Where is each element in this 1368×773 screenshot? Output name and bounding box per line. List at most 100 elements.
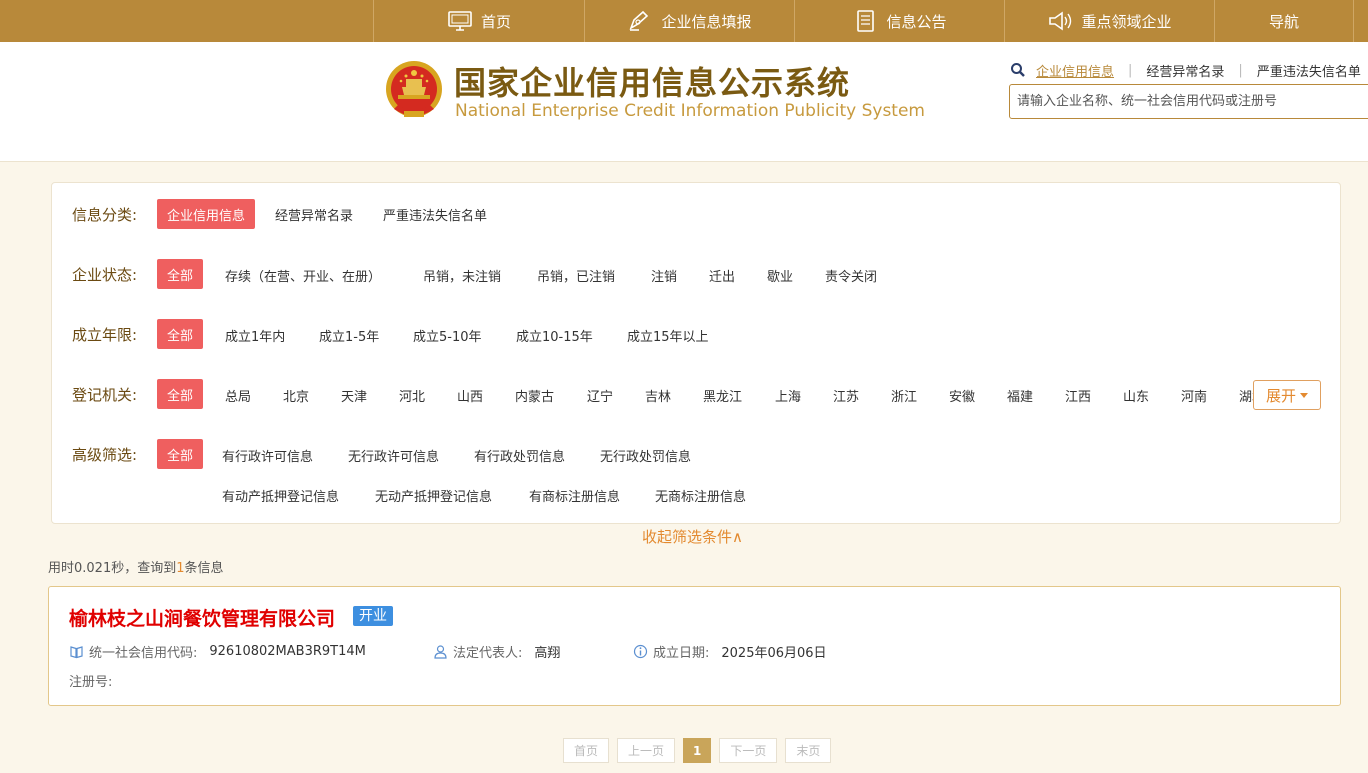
filter-option[interactable]: 山西 — [457, 386, 483, 405]
filter-option[interactable]: 吉林 — [645, 386, 671, 405]
filter-option[interactable]: 企业信用信息 — [157, 199, 256, 229]
page-prev-button[interactable]: 上一页 — [617, 738, 676, 763]
founded-date-field: 成立日期: 2025年06月06日 — [633, 641, 827, 661]
filter-option[interactable]: 全部 — [157, 439, 204, 469]
filter-option[interactable]: 河北 — [399, 386, 425, 405]
filter-option[interactable]: 有动产抵押登记信息 — [222, 486, 339, 505]
page-next-button[interactable]: 下一页 — [719, 738, 778, 763]
credit-code-field: 统一社会信用代码: 92610802MAB3R9T14M — [69, 641, 366, 661]
monitor-icon — [448, 11, 472, 31]
filter-label: 高级筛选: — [72, 445, 138, 464]
filter-option[interactable]: 安徽 — [949, 386, 975, 405]
legal-rep-value: 高翔 — [534, 645, 561, 661]
filter-option[interactable]: 有行政处罚信息 — [474, 446, 565, 465]
filter-option[interactable]: 黑龙江 — [703, 386, 742, 405]
filter-option[interactable]: 吊销，未注销 — [423, 266, 501, 285]
filter-option[interactable]: 责令关闭 — [825, 266, 877, 285]
national-emblem-icon — [386, 61, 442, 117]
filter-option[interactable]: 无行政许可信息 — [348, 446, 439, 465]
reg-number-label: 注册号: — [69, 675, 113, 690]
filter-option[interactable]: 河南 — [1181, 386, 1207, 405]
credit-code-label: 统一社会信用代码: — [89, 645, 198, 661]
filter-option[interactable]: 成立1年内 — [225, 326, 285, 345]
filter-option[interactable]: 无动产抵押登记信息 — [375, 486, 492, 505]
filter-option[interactable]: 成立5-10年 — [413, 326, 482, 345]
filter-option[interactable]: 迁出 — [709, 266, 735, 285]
legal-rep-field: 法定代表人: 高翔 — [433, 641, 560, 661]
legal-rep-label: 法定代表人: — [453, 645, 523, 661]
search-tab-abnormal[interactable]: 经营异常名录 — [1146, 61, 1224, 80]
filter-option[interactable]: 吊销，已注销 — [537, 266, 615, 285]
page-current[interactable]: 1 — [683, 738, 712, 763]
site-title: 国家企业信用信息公示系统 — [454, 64, 851, 102]
page-last-button[interactable]: 末页 — [785, 738, 832, 763]
filter-option[interactable]: 天津 — [341, 386, 367, 405]
filter-label: 登记机关: — [72, 385, 138, 404]
nav-key-sectors[interactable]: 重点领域企业 — [1004, 0, 1214, 42]
filter-option[interactable]: 内蒙古 — [515, 386, 554, 405]
nav-report-label: 企业信息填报 — [661, 12, 752, 31]
filter-row-status: 企业状态: — [72, 259, 158, 289]
search-icon — [1011, 63, 1025, 77]
filter-label: 信息分类: — [72, 205, 138, 224]
site-subtitle: National Enterprise Credit Information P… — [455, 101, 925, 121]
result-stats: 用时0.021秒，查询到1条信息 — [48, 557, 224, 576]
filter-row-advanced: 高级筛选: — [72, 439, 158, 469]
founded-date-value: 2025年06月06日 — [721, 645, 827, 661]
expand-label: 展开 — [1265, 386, 1296, 405]
search-input[interactable] — [1009, 84, 1368, 119]
filter-option[interactable]: 无行政处罚信息 — [600, 446, 691, 465]
filter-option[interactable]: 北京 — [283, 386, 309, 405]
info-icon — [633, 644, 648, 658]
credit-code-value: 92610802MAB3R9T14M — [209, 643, 366, 659]
person-icon — [434, 644, 447, 659]
filter-option[interactable]: 全部 — [157, 379, 204, 409]
filter-option[interactable]: 江西 — [1065, 386, 1091, 405]
document-icon — [857, 10, 875, 32]
filter-option[interactable]: 成立15年以上 — [627, 326, 709, 345]
book-icon — [70, 645, 83, 658]
filter-option[interactable]: 浙江 — [891, 386, 917, 405]
filter-option[interactable]: 全部 — [157, 259, 204, 289]
filter-option[interactable]: 山东 — [1123, 386, 1149, 405]
nav-navigation[interactable]: 导航 — [1214, 0, 1354, 42]
filter-option[interactable]: 歇业 — [767, 266, 793, 285]
filter-option[interactable]: 江苏 — [833, 386, 859, 405]
filter-option[interactable]: 全部 — [157, 319, 204, 349]
nav-home[interactable]: 首页 — [373, 0, 584, 42]
filter-option[interactable]: 成立1-5年 — [319, 326, 379, 345]
founded-date-label: 成立日期: — [653, 645, 710, 661]
expand-button[interactable]: 展开 — [1253, 380, 1321, 410]
nav-report[interactable]: 企业信息填报 — [584, 0, 794, 42]
filter-options-category: 企业信用信息 经营异常名录 严重违法失信名单 — [157, 199, 487, 229]
nav-announcement[interactable]: 信息公告 — [794, 0, 1004, 42]
filter-option[interactable]: 成立10-15年 — [516, 326, 593, 345]
page-first-button[interactable]: 首页 — [563, 738, 610, 763]
caret-down-icon — [1300, 392, 1308, 398]
filter-option[interactable]: 有行政许可信息 — [222, 446, 313, 465]
filter-option[interactable]: 注销 — [651, 266, 677, 285]
filter-option[interactable]: 严重违法失信名单 — [383, 205, 487, 224]
stats-suffix: 条信息 — [184, 561, 224, 576]
result-card[interactable]: 榆林枝之山涧餐饮管理有限公司 开业 统一社会信用代码: 92610802MAB3… — [48, 586, 1341, 706]
stats-count: 1 — [176, 561, 185, 576]
speaker-icon — [1049, 11, 1072, 31]
filter-option[interactable]: 总局 — [225, 386, 251, 405]
filter-option[interactable]: 福建 — [1007, 386, 1033, 405]
filter-option[interactable]: 上海 — [775, 386, 801, 405]
search-tab-blacklist[interactable]: 严重违法失信名单 — [1257, 61, 1361, 80]
status-badge: 开业 — [353, 606, 393, 626]
filter-option[interactable]: 经营异常名录 — [275, 205, 353, 224]
collapse-filters-link[interactable]: 收起筛选条件∧ — [642, 526, 743, 547]
filter-option[interactable]: 辽宁 — [587, 386, 613, 405]
filter-row-authority: 登记机关: — [72, 379, 158, 409]
search-tab-credit[interactable]: 企业信用信息 — [1036, 61, 1114, 80]
site-header: 国家企业信用信息公示系统 National Enterprise Credit … — [0, 42, 1368, 162]
pagination: 首页 上一页 1 下一页 末页 — [563, 738, 832, 763]
filter-option[interactable]: 无商标注册信息 — [655, 486, 746, 505]
filter-option[interactable]: 存续（在营、开业、在册） — [225, 266, 381, 285]
filter-option[interactable]: 有商标注册信息 — [529, 486, 620, 505]
search-tabs: 企业信用信息 | 经营异常名录 | 严重违法失信名单 — [1010, 60, 1361, 80]
filter-panel: 信息分类: 企业信用信息 经营异常名录 严重违法失信名单 企业状态: 全部 存续… — [51, 182, 1341, 524]
company-name[interactable]: 榆林枝之山涧餐饮管理有限公司 — [69, 604, 335, 631]
